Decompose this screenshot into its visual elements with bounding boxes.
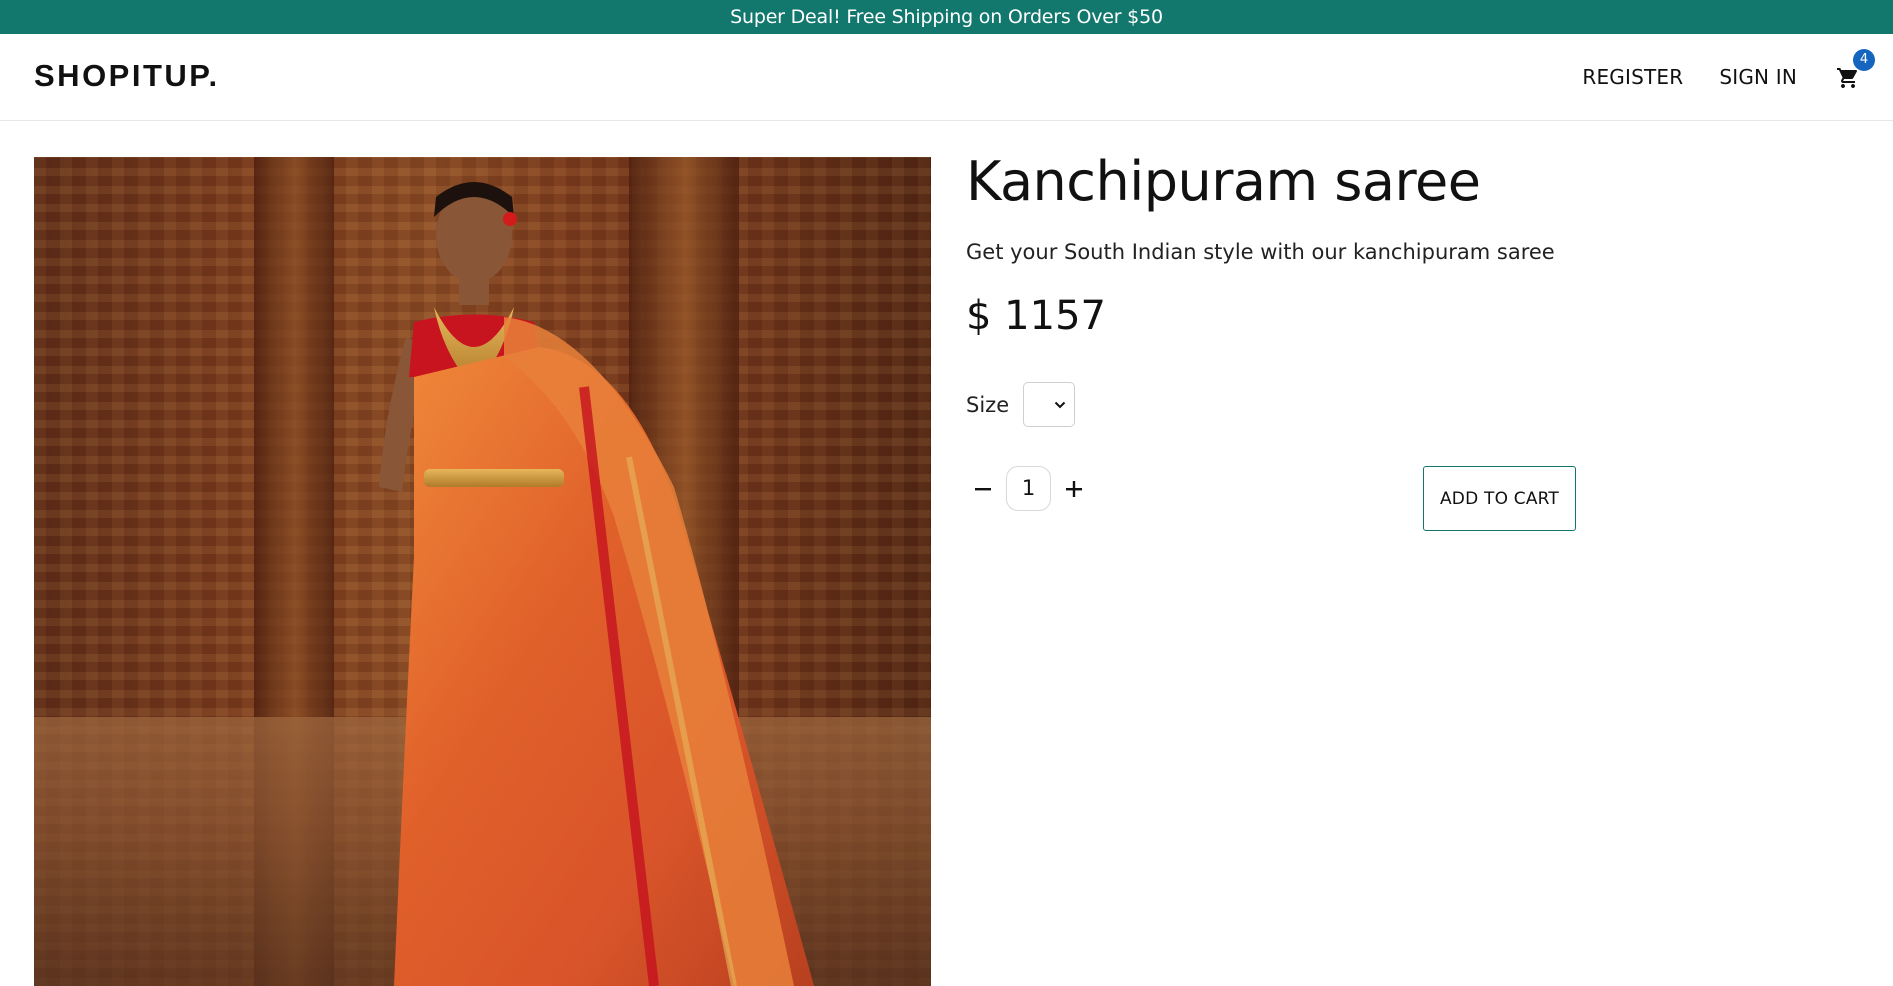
increment-button[interactable] [1057, 472, 1091, 506]
register-link[interactable]: REGISTER [1582, 65, 1683, 89]
minus-icon [975, 487, 991, 490]
shopping-cart-icon [1837, 68, 1858, 88]
navbar: SHOPITUP. REGISTER SIGN IN 4 [0, 34, 1893, 121]
logo[interactable]: SHOPITUP. [34, 58, 220, 94]
plus-icon [1066, 480, 1082, 497]
product-description: Get your South Indian style with our kan… [966, 240, 1555, 264]
product-price: $ 1157 [966, 293, 1106, 339]
saree-model-figure [379, 182, 814, 986]
size-label: Size [966, 392, 1010, 417]
cart-button[interactable]: 4 [1833, 49, 1875, 92]
nav-actions: REGISTER SIGN IN 4 [1582, 49, 1875, 92]
size-select[interactable] [1023, 382, 1076, 427]
announcement-bar: Super Deal! Free Shipping on Orders Over… [0, 0, 1893, 34]
quantity-value[interactable]: 1 [1006, 466, 1051, 511]
size-row: Size [966, 382, 1076, 427]
product-title: Kanchipuram saree [966, 150, 1481, 213]
decrement-button[interactable] [966, 472, 1000, 506]
chevron-down-icon [1054, 401, 1066, 408]
announcement-text: Super Deal! Free Shipping on Orders Over… [730, 6, 1163, 28]
cart-count-badge: 4 [1853, 49, 1875, 71]
add-to-cart-button[interactable]: ADD TO CART [1423, 466, 1576, 531]
signin-link[interactable]: SIGN IN [1719, 65, 1797, 89]
product-image [34, 157, 931, 986]
quantity-stepper: 1 [966, 466, 1091, 511]
